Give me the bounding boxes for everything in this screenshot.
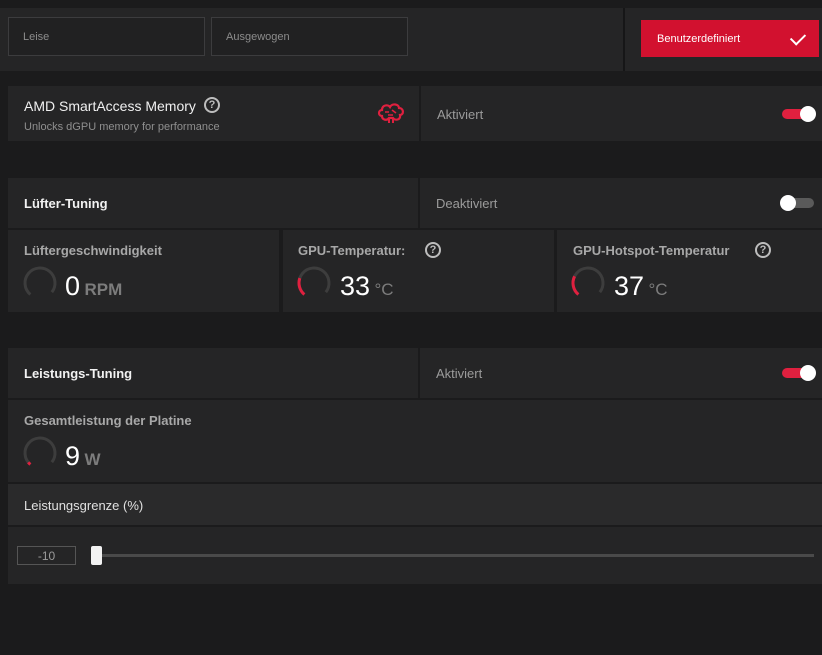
fan-speed-gauge [22, 265, 58, 301]
board-power-card: Gesamtleistung der Platine 9 W [8, 400, 822, 482]
brain-icon [376, 102, 406, 131]
help-icon[interactable]: ? [425, 242, 441, 258]
fan-speed-card: Lüftergeschwindigkeit 0 RPM [8, 230, 279, 312]
preset-ausgewogen[interactable]: Ausgewogen [211, 17, 408, 56]
preset-benutzerdefiniert[interactable]: Benutzerdefiniert [641, 20, 819, 57]
gpu-temp-unit: °C [374, 280, 394, 299]
fan-tuning-title: Lüfter-Tuning [24, 196, 108, 211]
board-power-label: Gesamtleistung der Platine [24, 413, 192, 428]
board-power-gauge [22, 435, 58, 471]
power-limit-label: Leistungsgrenze (%) [24, 498, 144, 513]
power-limit-slider-track[interactable] [92, 554, 814, 557]
preset-benutzerdefiniert-label: Benutzerdefiniert [657, 32, 741, 45]
fan-speed-label: Lüftergeschwindigkeit [24, 243, 162, 258]
smart-access-toggle-card: Aktiviert [421, 86, 822, 141]
gpu-temp-card: GPU-Temperatur: ? 33 °C [283, 230, 554, 312]
power-tuning-state: Aktiviert [436, 366, 483, 381]
power-tuning-toggle-card: Aktiviert [420, 348, 822, 398]
fan-tuning-header: Lüfter-Tuning [8, 178, 418, 228]
hotspot-temp-card: GPU-Hotspot-Temperatur ? 37 °C [557, 230, 822, 312]
power-limit-slider-card: -10 [8, 527, 822, 584]
power-limit-value-input[interactable]: -10 [17, 546, 76, 565]
hotspot-temp-unit: °C [648, 280, 668, 299]
board-power-value: 9 [65, 441, 81, 471]
hotspot-temp-label: GPU-Hotspot-Temperatur [573, 243, 730, 258]
fan-speed-unit: RPM [84, 280, 123, 299]
board-power-unit: W [84, 450, 101, 469]
power-limit-slider-thumb[interactable] [91, 546, 102, 565]
fan-tuning-toggle-card: Deaktiviert [420, 178, 822, 228]
smart-access-title: AMD SmartAccess Memory [24, 98, 196, 114]
power-limit-header: Leistungsgrenze (%) [8, 484, 822, 526]
power-tuning-header: Leistungs-Tuning [8, 348, 418, 398]
smart-access-card: AMD SmartAccess Memory ? Unlocks dGPU me… [8, 86, 419, 141]
preset-ausgewogen-label: Ausgewogen [226, 30, 290, 43]
power-tuning-toggle[interactable] [782, 365, 816, 381]
help-icon[interactable]: ? [755, 242, 771, 258]
fan-speed-value: 0 [65, 271, 81, 301]
power-limit-value: -10 [37, 548, 56, 563]
power-tuning-title: Leistungs-Tuning [24, 366, 133, 381]
checkmark-icon [789, 29, 807, 46]
smart-access-state: Aktiviert [437, 107, 484, 122]
gpu-temp-gauge [296, 265, 332, 301]
fan-tuning-state: Deaktiviert [436, 196, 498, 211]
preset-leise-label: Leise [23, 30, 50, 43]
smart-access-subtitle: Unlocks dGPU memory for performance [24, 121, 220, 133]
gpu-temp-label: GPU-Temperatur: [298, 243, 406, 258]
preset-leise[interactable]: Leise [8, 17, 205, 56]
hotspot-temp-value: 37 [614, 271, 645, 301]
hotspot-temp-gauge [570, 265, 606, 301]
fan-tuning-toggle[interactable] [780, 195, 814, 211]
help-icon[interactable]: ? [204, 97, 220, 113]
smart-access-toggle[interactable] [782, 106, 816, 122]
divider [623, 8, 625, 71]
gpu-temp-value: 33 [340, 271, 371, 301]
